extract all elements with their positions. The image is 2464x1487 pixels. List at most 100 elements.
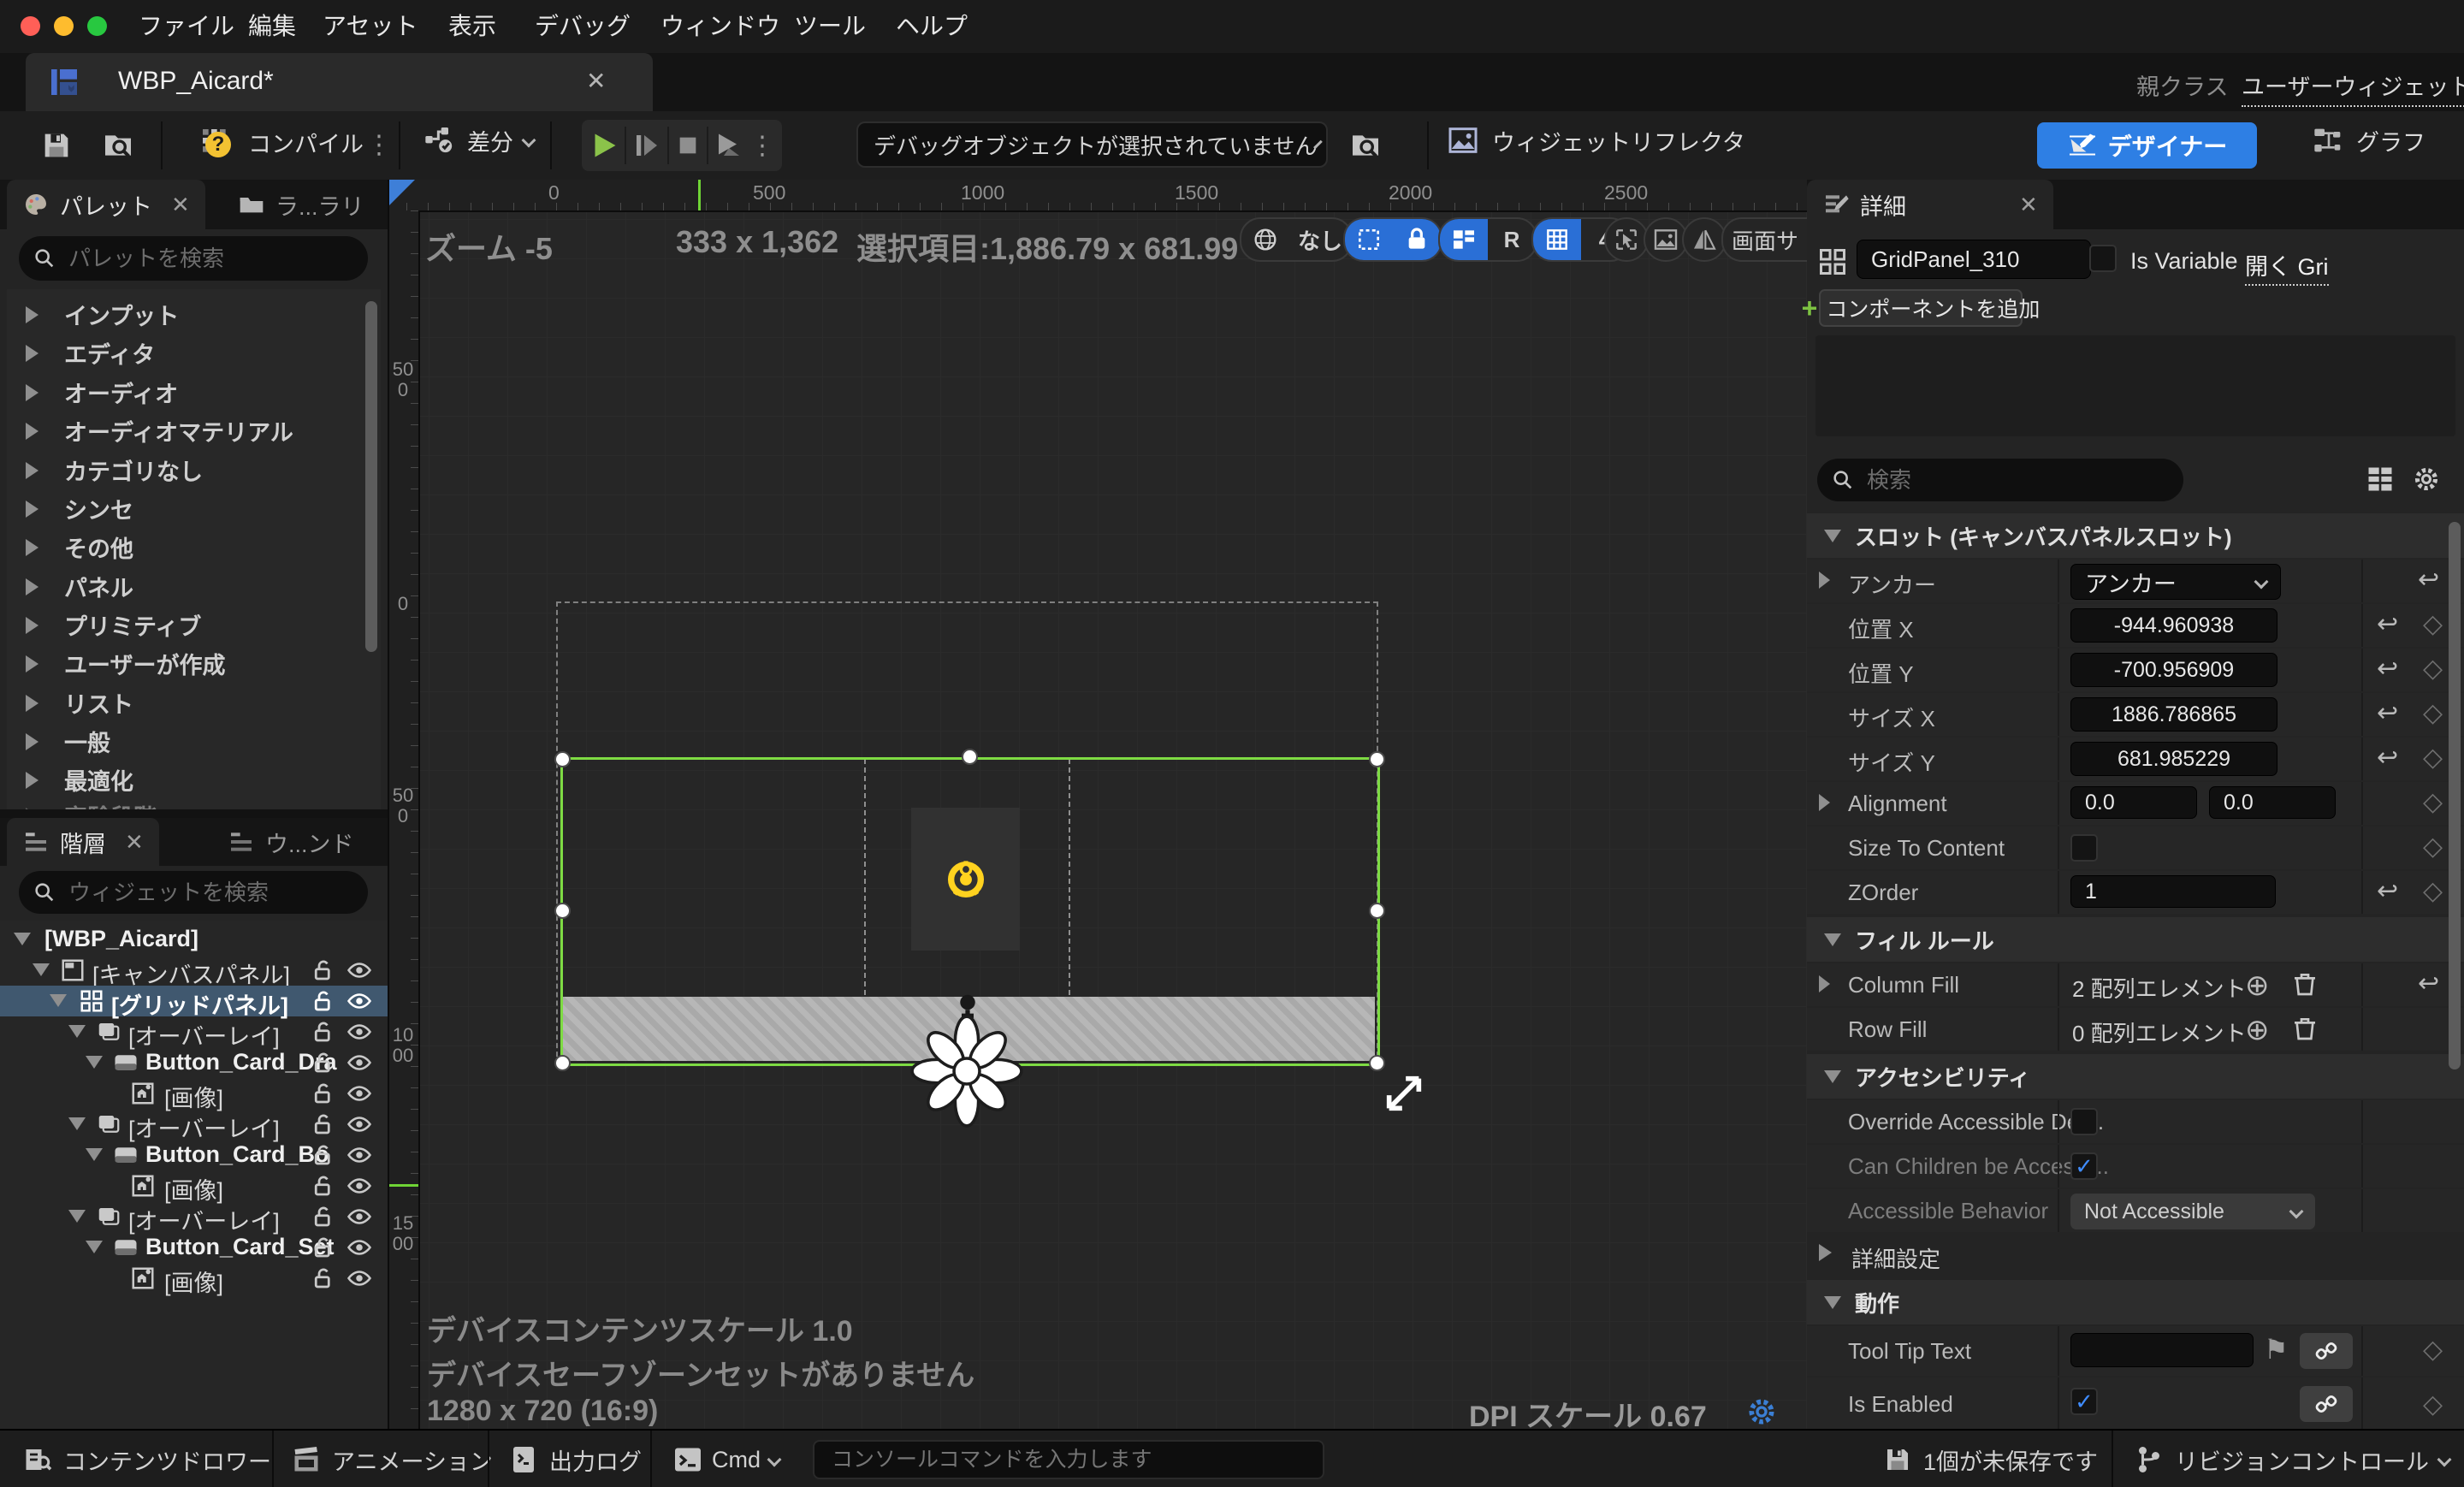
tree-row-grid-panel-selected[interactable]: [グリッドパネル]: [0, 986, 388, 1016]
play-options-kebab-icon[interactable]: ⋮: [749, 131, 775, 161]
pos-y-field[interactable]: -700.956909: [2070, 653, 2277, 687]
graph-mode-button[interactable]: グラフ: [2312, 123, 2426, 157]
close-window-button[interactable]: [21, 16, 40, 36]
add-element-icon[interactable]: ⊕: [2245, 969, 2270, 1003]
is-enabled-checkbox[interactable]: ✓: [2070, 1388, 2098, 1415]
compile-button[interactable]: ? コンパイル: [198, 123, 364, 161]
bind-diamond-icon[interactable]: ◇: [2423, 832, 2443, 862]
menu-file[interactable]: ファイル: [139, 0, 234, 53]
content-drawer-button[interactable]: コンテンツドロワー: [22, 1431, 271, 1487]
eye-icon[interactable]: [346, 1050, 372, 1075]
tab-palette[interactable]: パレット ✕: [7, 180, 205, 229]
tree-row-image[interactable]: [画像]: [0, 1170, 388, 1201]
bind-chain-button[interactable]: [2300, 1333, 2353, 1369]
tree-row-button-card[interactable]: Button_Card_Set: [0, 1232, 388, 1263]
menu-window[interactable]: ウィンドウ: [660, 0, 780, 53]
close-tab-icon[interactable]: ✕: [586, 67, 606, 95]
debug-object-dropdown[interactable]: デバッグオブジェクトが選択されていません: [856, 121, 1328, 168]
menu-asset[interactable]: アセット: [323, 0, 418, 53]
palette-category[interactable]: 一般: [26, 725, 110, 758]
play-button[interactable]: [589, 130, 619, 161]
size-y-field[interactable]: 681.985229: [2070, 742, 2277, 776]
override-accessible-checkbox[interactable]: [2070, 1108, 2098, 1135]
bind-diamond-icon[interactable]: ◇: [2423, 609, 2443, 639]
bind-diamond-icon[interactable]: ◇: [2423, 1389, 2443, 1419]
add-element-icon[interactable]: ⊕: [2245, 1013, 2270, 1047]
tree-row-canvas-panel[interactable]: [キャンバスパネル]: [0, 955, 388, 986]
bind-diamond-icon[interactable]: ◇: [2423, 698, 2443, 728]
flag-icon[interactable]: ⚑: [2264, 1333, 2289, 1366]
lock-open-icon[interactable]: [311, 1265, 336, 1291]
bind-diamond-icon[interactable]: ◇: [2423, 787, 2443, 817]
menu-help[interactable]: ヘルプ: [896, 0, 968, 53]
palette-category[interactable]: オーディオ: [26, 376, 178, 409]
hierarchy-search[interactable]: [19, 871, 368, 914]
alignment-x-field[interactable]: 0.0: [2070, 786, 2197, 819]
globe-icon[interactable]: [1241, 219, 1289, 260]
palette-scrollbar[interactable]: [365, 301, 377, 652]
palette-category[interactable]: ユーザーが作成: [26, 647, 225, 680]
palette-category[interactable]: インプット: [26, 298, 179, 331]
details-scrollbar[interactable]: [2449, 522, 2461, 1069]
eye-icon[interactable]: [346, 988, 372, 1014]
palette-category[interactable]: カテゴリなし: [26, 453, 203, 487]
frame-skip-button[interactable]: [631, 130, 662, 161]
palette-category[interactable]: 実験段階: [26, 799, 157, 809]
tab-second[interactable]: ウ...ンド: [212, 818, 370, 866]
revert-icon[interactable]: ↩: [2377, 609, 2398, 639]
eye-icon[interactable]: [346, 1173, 372, 1199]
bind-chain-button[interactable]: [2300, 1386, 2353, 1422]
resize-handle[interactable]: [962, 749, 978, 765]
alignment-y-field[interactable]: 0.0: [2209, 786, 2336, 819]
section-behavior[interactable]: 動作: [1807, 1280, 2464, 1324]
tree-row-image[interactable]: [画像]: [0, 1078, 388, 1109]
launch-button[interactable]: [714, 130, 744, 161]
details-settings-gear-icon[interactable]: [2411, 464, 2442, 495]
bind-diamond-icon[interactable]: ◇: [2423, 743, 2443, 773]
widget-reflector-button[interactable]: ウィジェットリフレクタ: [1446, 123, 1745, 157]
dpi-settings-gear-icon[interactable]: [1744, 1395, 1779, 1429]
palette-category[interactable]: リスト: [26, 686, 133, 720]
select-mode-icon[interactable]: [1604, 217, 1649, 262]
cmd-dropdown[interactable]: Cmd: [672, 1431, 779, 1487]
details-search-input[interactable]: [1865, 466, 2157, 495]
tree-row-overlay[interactable]: [オーバーレイ]: [0, 1109, 388, 1140]
clear-elements-trash-icon[interactable]: [2291, 1015, 2319, 1042]
revert-icon[interactable]: ↩: [2377, 743, 2398, 773]
tab-library[interactable]: ラ...ラリ: [222, 180, 380, 229]
save-icon[interactable]: [39, 128, 74, 163]
resize-handle[interactable]: [554, 1055, 571, 1071]
dashed-outline-icon[interactable]: [1345, 219, 1393, 260]
revert-icon[interactable]: ↩: [2377, 654, 2398, 684]
can-children-accessible-checkbox[interactable]: ✓: [2070, 1152, 2098, 1180]
compile-options-kebab-icon[interactable]: ⋮: [366, 130, 392, 160]
add-component-button[interactable]: + コンポーネントを追加: [1819, 289, 2023, 327]
revision-control-button[interactable]: リビジョンコントロール: [2134, 1431, 2449, 1487]
eye-icon[interactable]: [346, 1204, 372, 1229]
resize-handle[interactable]: [1369, 1055, 1385, 1071]
tree-row-overlay[interactable]: [オーバーレイ]: [0, 1201, 388, 1232]
palette-category[interactable]: パネル: [26, 570, 133, 603]
lock-open-icon[interactable]: [311, 1204, 336, 1229]
lock-open-icon[interactable]: [311, 1081, 336, 1106]
revert-icon[interactable]: ↩: [2377, 698, 2398, 728]
eye-icon[interactable]: [346, 1081, 372, 1106]
palette-search-input[interactable]: [67, 245, 344, 273]
maximize-window-button[interactable]: [87, 16, 107, 36]
expand-icon[interactable]: [1819, 794, 1830, 811]
flip-preview-icon[interactable]: [1682, 217, 1727, 262]
menu-debug[interactable]: デバッグ: [535, 0, 631, 53]
browse-to-asset-icon[interactable]: [101, 128, 135, 163]
accessible-behavior-dropdown[interactable]: Not Accessible: [2070, 1194, 2315, 1229]
designer-canvas[interactable]: 0 500 1000 1500 2000 2500 500 0 500 1000…: [389, 180, 1807, 1429]
lock-open-icon[interactable]: [311, 1142, 336, 1168]
revert-icon[interactable]: ↩: [2418, 969, 2439, 998]
parent-class-link[interactable]: ユーザーウィジェット: [2242, 68, 2464, 107]
details-search[interactable]: [1817, 459, 2183, 501]
eye-icon[interactable]: [346, 1142, 372, 1168]
eye-icon[interactable]: [346, 1235, 372, 1260]
section-slot[interactable]: スロット (キャンバスパネルスロット): [1807, 513, 2464, 558]
lock-open-icon[interactable]: [311, 988, 336, 1014]
tab-hierarchy[interactable]: 階層 ✕: [7, 818, 159, 866]
palette-search[interactable]: [19, 236, 368, 281]
